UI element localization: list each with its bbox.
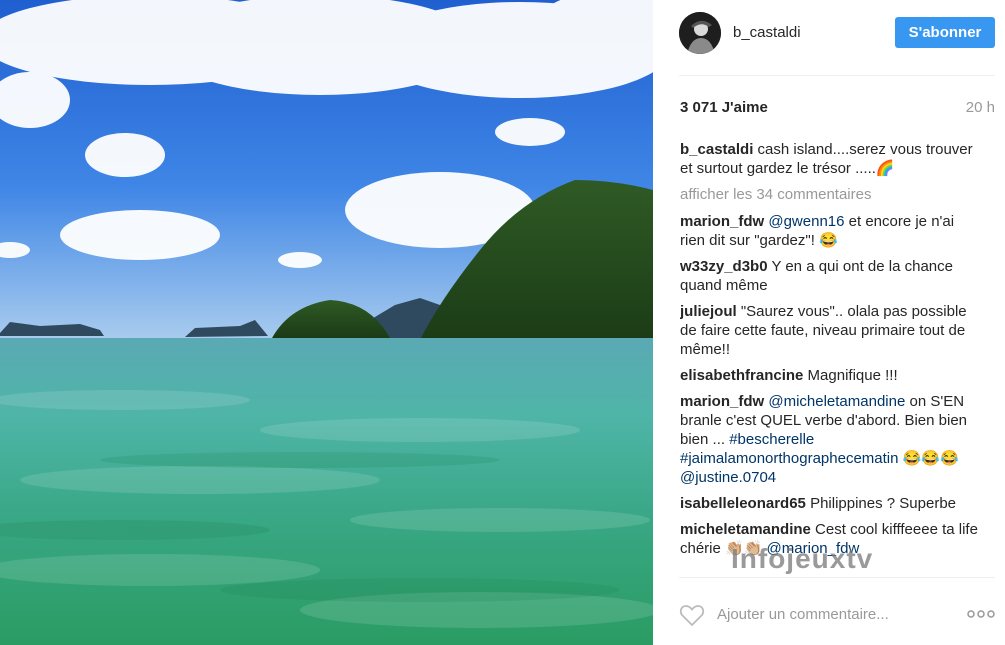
comment-username[interactable]: isabelleleonard65 bbox=[680, 495, 806, 512]
add-comment-input[interactable] bbox=[717, 606, 937, 623]
caption: b_castaldi cash island....serez vous tro… bbox=[680, 140, 980, 178]
comment-username[interactable]: juliejoul bbox=[680, 303, 737, 320]
post-author-username[interactable]: b_castaldi bbox=[733, 24, 801, 41]
watermark: Infojeuxtv bbox=[731, 543, 874, 574]
likes-count[interactable]: 3 071 J'aime bbox=[680, 99, 768, 116]
comment-mention[interactable]: @justine.0704 bbox=[680, 469, 776, 486]
follow-button[interactable]: S'abonner bbox=[895, 17, 995, 48]
post-photo[interactable] bbox=[0, 0, 653, 645]
comment-mention[interactable]: @micheletamandine bbox=[764, 393, 905, 410]
post-details-panel: b_castaldi S'abonner 3 071 J'aime 20 h b… bbox=[653, 0, 1005, 645]
comment-footer bbox=[653, 584, 1005, 645]
comment-emoji: 😂😂😂 bbox=[898, 450, 959, 467]
avatar-image bbox=[679, 12, 721, 54]
comment-username[interactable]: elisabethfrancine bbox=[680, 367, 803, 384]
comment-item: elisabethfrancine Magnifique !!! bbox=[680, 366, 980, 385]
comment-item: marion_fdw @micheletamandine on S'EN bra… bbox=[680, 392, 980, 487]
comment-item: isabelleleonard65 Philippines ? Superbe bbox=[680, 494, 980, 513]
comment-item: w33zy_d3b0 Y en a qui ont de la chance q… bbox=[680, 257, 980, 295]
header-divider bbox=[679, 75, 995, 76]
post-header: b_castaldi S'abonner bbox=[653, 0, 1005, 66]
more-dots-icon[interactable] bbox=[967, 607, 995, 621]
beach-island-photo bbox=[0, 0, 653, 645]
post-time[interactable]: 20 h bbox=[966, 99, 995, 116]
comment-username[interactable]: micheletamandine bbox=[680, 521, 811, 538]
comment-text: Magnifique !!! bbox=[803, 367, 898, 384]
comment-username[interactable]: w33zy_d3b0 bbox=[680, 258, 768, 275]
comment-username[interactable]: marion_fdw bbox=[680, 213, 764, 230]
profile-avatar[interactable] bbox=[679, 12, 721, 54]
footer-divider bbox=[679, 577, 995, 578]
heart-outline-icon[interactable] bbox=[679, 603, 705, 627]
comment-username[interactable]: marion_fdw bbox=[680, 393, 764, 410]
comments-list[interactable]: b_castaldi cash island....serez vous tro… bbox=[680, 140, 980, 576]
view-all-comments-link[interactable]: afficher les 34 commentaires bbox=[680, 185, 980, 204]
comment-text: Philippines ? Superbe bbox=[805, 495, 957, 512]
comment-mention[interactable]: @gwenn16 bbox=[764, 213, 844, 230]
comment-item: juliejoul "Saurez vous".. olala pas poss… bbox=[680, 302, 980, 359]
comment-username[interactable]: b_castaldi bbox=[680, 141, 753, 158]
comment-item: marion_fdw @gwenn16 et encore je n'ai ri… bbox=[680, 212, 980, 250]
